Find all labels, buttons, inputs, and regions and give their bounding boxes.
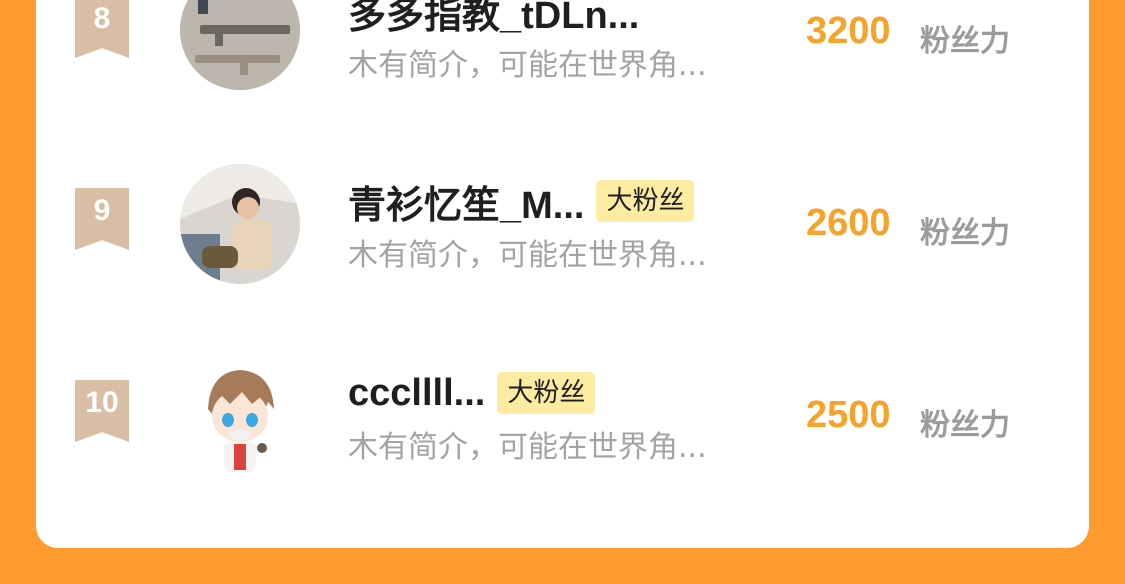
- username[interactable]: 青衫忆笙_M...: [348, 174, 584, 229]
- user-intro: 木有简介，可能在世界角...: [348, 238, 707, 273]
- user-intro: 木有简介，可能在世界角...: [348, 430, 707, 465]
- big-fan-badge: 大粉丝: [497, 372, 596, 414]
- name-line: 青衫忆笙_M... 大粉丝: [348, 174, 695, 229]
- username[interactable]: cccllll...: [348, 372, 485, 415]
- rank-number: 9: [93, 194, 111, 227]
- toy-guns-photo-icon: [180, 0, 300, 90]
- rank-badge: 9: [75, 188, 129, 250]
- rank-number: 8: [93, 2, 111, 35]
- fan-score-unit: 粉丝力: [920, 24, 1010, 59]
- rank-badge: 10: [75, 380, 129, 442]
- ranking-row[interactable]: 9 青衫忆笙_M... 大粉丝 木有简介，可能在世界角... 2600 粉丝力: [36, 150, 1089, 330]
- fan-ranking-card: 8 多多指教_tDLn... 木有简介，可能在世界角... 3200 粉丝力 9: [36, 0, 1089, 548]
- avatar[interactable]: [180, 164, 300, 284]
- boy-photo-icon: [180, 164, 300, 284]
- big-fan-badge: 大粉丝: [596, 180, 695, 222]
- user-intro: 木有简介，可能在世界角...: [348, 48, 707, 83]
- avatar[interactable]: [180, 354, 300, 474]
- fan-score-unit: 粉丝力: [920, 216, 1010, 251]
- name-line: 多多指教_tDLn...: [348, 0, 639, 39]
- username[interactable]: 多多指教_tDLn...: [348, 0, 639, 39]
- avatar[interactable]: [180, 0, 300, 90]
- rank-badge: 8: [75, 0, 129, 58]
- name-line: cccllll... 大粉丝: [348, 368, 596, 418]
- ranking-row[interactable]: 10 cccllll... 大粉丝 木有简介，可能在世界角... 2500 粉丝…: [36, 342, 1089, 522]
- fan-score-unit: 粉丝力: [920, 408, 1010, 443]
- fan-score: 3200: [806, 10, 891, 52]
- anime-boy-icon: [180, 354, 300, 474]
- ranking-row[interactable]: 8 多多指教_tDLn... 木有简介，可能在世界角... 3200 粉丝力: [36, 0, 1089, 140]
- fan-score: 2500: [806, 394, 891, 436]
- rank-number: 10: [85, 386, 119, 419]
- fan-score: 2600: [806, 202, 891, 244]
